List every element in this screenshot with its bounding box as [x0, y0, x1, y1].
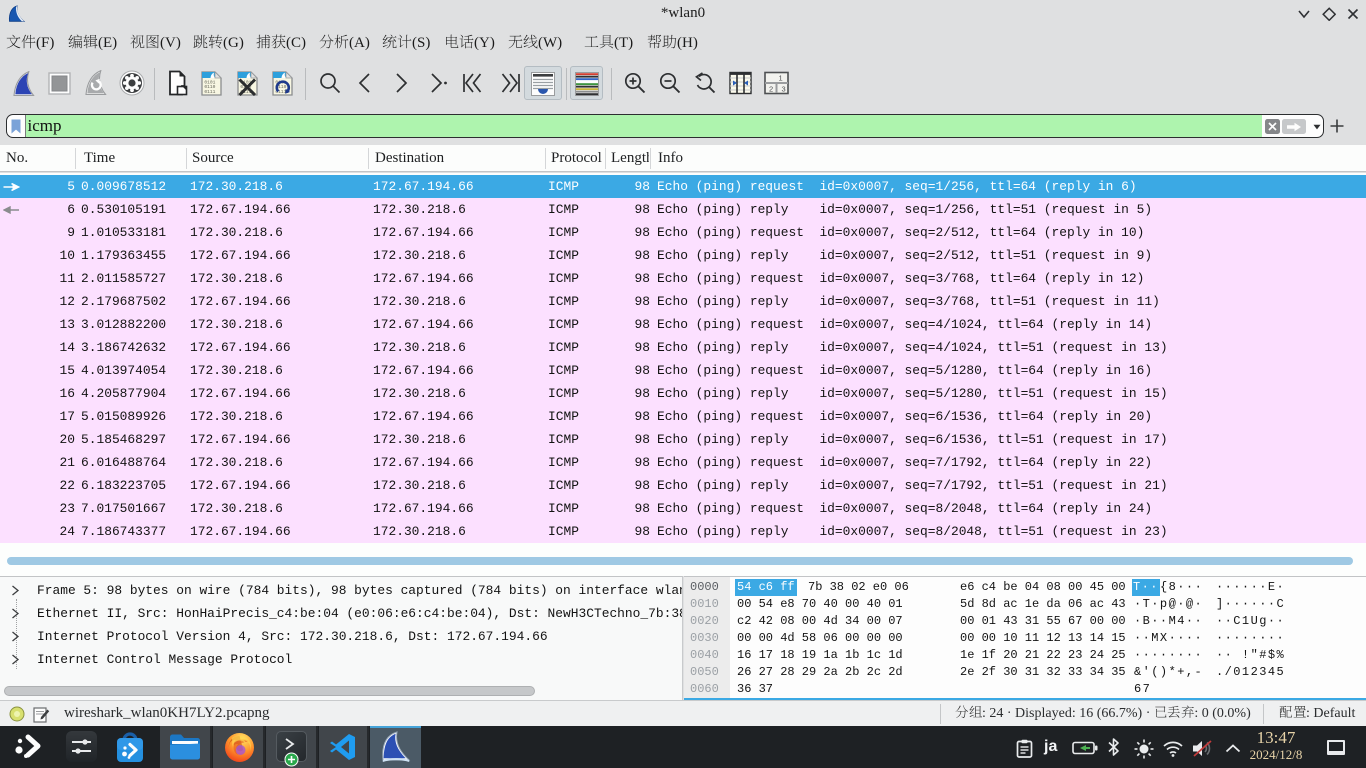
- svg-text:3: 3: [782, 85, 786, 94]
- svg-text:1: 1: [779, 74, 783, 83]
- svg-text:2: 2: [769, 85, 773, 94]
- svg-text:0111: 0111: [204, 89, 215, 95]
